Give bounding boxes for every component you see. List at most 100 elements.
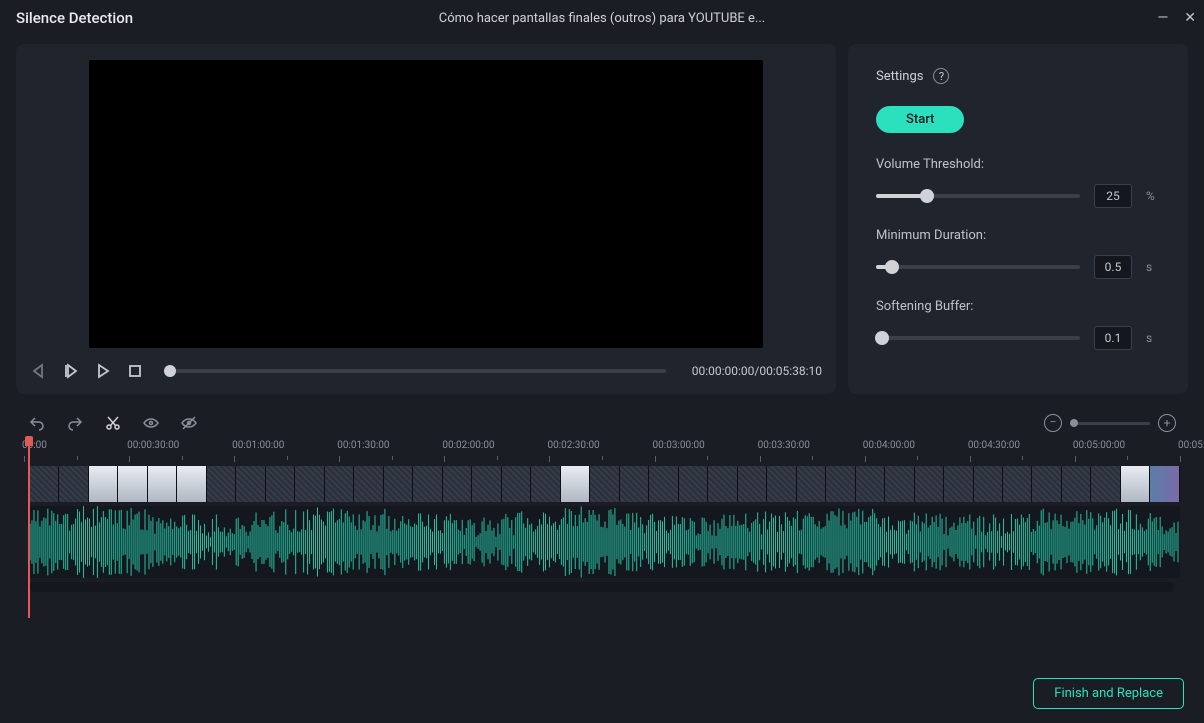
play-button[interactable]	[94, 362, 112, 380]
min-duration-unit: s	[1146, 260, 1160, 274]
previous-frame-button[interactable]	[30, 362, 48, 380]
ruler-label: 00:01:30:00	[337, 440, 389, 451]
ruler-label: 00:04:30:00	[968, 440, 1020, 451]
video-track[interactable]	[30, 466, 1180, 502]
clip-thumbnail[interactable]	[974, 466, 1003, 502]
video-preview[interactable]	[89, 60, 763, 348]
clip-thumbnail[interactable]	[30, 466, 59, 502]
timeline-scrollbar[interactable]	[30, 582, 1174, 592]
clip-thumbnail[interactable]	[590, 466, 619, 502]
softening-buffer-label: Softening Buffer:	[876, 299, 1160, 314]
clip-thumbnail[interactable]	[1150, 466, 1179, 502]
slider-thumb[interactable]	[920, 189, 934, 203]
redo-button[interactable]	[66, 414, 84, 432]
help-icon[interactable]: ?	[933, 68, 949, 84]
ruler-label: 00:03:30:00	[758, 440, 810, 451]
volume-threshold-label: Volume Threshold:	[876, 157, 1160, 172]
clip-thumbnail[interactable]	[561, 466, 590, 502]
min-duration-slider[interactable]	[876, 265, 1080, 269]
playback-thumb[interactable]	[164, 365, 176, 377]
settings-heading: Settings	[876, 69, 923, 84]
slider-thumb[interactable]	[875, 331, 889, 345]
clip-thumbnail[interactable]	[1062, 466, 1091, 502]
clip-thumbnail[interactable]	[1003, 466, 1032, 502]
document-title: Cómo hacer pantallas finales (outros) pa…	[439, 11, 765, 26]
close-button[interactable]: ✕	[1184, 10, 1196, 26]
app-title: Silence Detection	[16, 9, 133, 27]
clip-thumbnail[interactable]	[679, 466, 708, 502]
softening-buffer-value[interactable]: 0.1	[1094, 326, 1132, 350]
undo-button[interactable]	[28, 414, 46, 432]
clip-thumbnail[interactable]	[620, 466, 649, 502]
volume-threshold-slider[interactable]	[876, 194, 1080, 198]
zoom-slider[interactable]	[1070, 422, 1150, 425]
clip-thumbnail[interactable]	[384, 466, 413, 502]
clip-thumbnail[interactable]	[295, 466, 324, 502]
volume-threshold-value[interactable]: 25	[1094, 184, 1132, 208]
clip-thumbnail[interactable]	[708, 466, 737, 502]
clip-thumbnail[interactable]	[915, 466, 944, 502]
ruler-label: 00:01:00:00	[232, 440, 284, 451]
settings-pane: Settings ? Start Volume Threshold: 25 % …	[848, 44, 1188, 394]
min-duration-value[interactable]: 0.5	[1094, 255, 1132, 279]
minimize-button[interactable]: —	[1157, 10, 1168, 26]
ruler-label: 00:03:00:00	[653, 440, 705, 451]
zoom-out-button[interactable]: −	[1044, 414, 1062, 432]
clip-thumbnail[interactable]	[944, 466, 973, 502]
zoom-in-button[interactable]: +	[1158, 414, 1176, 432]
playback-progress[interactable]	[170, 369, 666, 373]
slider-thumb[interactable]	[885, 260, 899, 274]
clip-thumbnail[interactable]	[1032, 466, 1061, 502]
hide-button[interactable]	[180, 414, 198, 432]
softening-buffer-unit: s	[1146, 331, 1160, 345]
clip-thumbnail[interactable]	[325, 466, 354, 502]
softening-buffer-slider[interactable]	[876, 336, 1080, 340]
clip-thumbnail[interactable]	[148, 466, 177, 502]
clip-thumbnail[interactable]	[885, 466, 914, 502]
timeline-toolbar: − +	[24, 414, 1180, 438]
preview-button[interactable]	[142, 414, 160, 432]
clip-thumbnail[interactable]	[649, 466, 678, 502]
timecode-display: 00:00:00:00/00:05:38:10	[692, 364, 822, 378]
timeline-area: − + 00:0000:00:30:0000:01:00:0000:01:30:…	[16, 406, 1188, 668]
ruler-label: 00:02:00:00	[442, 440, 494, 451]
timeline-ruler[interactable]: 00:0000:00:30:0000:01:00:0000:01:30:0000…	[24, 438, 1180, 466]
clip-thumbnail[interactable]	[118, 466, 147, 502]
clip-thumbnail[interactable]	[472, 466, 501, 502]
clip-thumbnail[interactable]	[767, 466, 796, 502]
clip-thumbnail[interactable]	[1091, 466, 1120, 502]
player-controls: 00:00:00:00/00:05:38:10	[28, 358, 824, 382]
clip-thumbnail[interactable]	[177, 466, 206, 502]
clip-thumbnail[interactable]	[59, 466, 88, 502]
zoom-thumb[interactable]	[1070, 419, 1078, 427]
window-controls: — ✕	[1157, 10, 1196, 26]
title-bar: Silence Detection Cómo hacer pantallas f…	[0, 0, 1204, 36]
min-duration-label: Minimum Duration:	[876, 228, 1160, 243]
start-button[interactable]: Start	[876, 106, 964, 133]
ruler-label: 00:02:30:00	[547, 440, 599, 451]
stop-button[interactable]	[126, 362, 144, 380]
clip-thumbnail[interactable]	[443, 466, 472, 502]
audio-waveform-track[interactable]	[30, 506, 1180, 578]
preview-pane: 00:00:00:00/00:05:38:10	[16, 44, 836, 394]
clip-thumbnail[interactable]	[266, 466, 295, 502]
cut-button[interactable]	[104, 414, 122, 432]
clip-thumbnail[interactable]	[413, 466, 442, 502]
clip-thumbnail[interactable]	[1121, 466, 1150, 502]
finish-and-replace-button[interactable]: Finish and Replace	[1033, 678, 1184, 709]
ruler-label: 00:05:00:00	[1073, 440, 1125, 451]
volume-threshold-unit: %	[1146, 189, 1160, 203]
ruler-label: 00:04:00:00	[863, 440, 915, 451]
clip-thumbnail[interactable]	[89, 466, 118, 502]
clip-thumbnail[interactable]	[856, 466, 885, 502]
clip-thumbnail[interactable]	[354, 466, 383, 502]
clip-thumbnail[interactable]	[826, 466, 855, 502]
clip-thumbnail[interactable]	[531, 466, 560, 502]
clip-thumbnail[interactable]	[797, 466, 826, 502]
clip-thumbnail[interactable]	[738, 466, 767, 502]
clip-thumbnail[interactable]	[236, 466, 265, 502]
clip-thumbnail[interactable]	[502, 466, 531, 502]
playhead[interactable]	[28, 438, 30, 618]
clip-thumbnail[interactable]	[207, 466, 236, 502]
next-frame-button[interactable]	[62, 362, 80, 380]
